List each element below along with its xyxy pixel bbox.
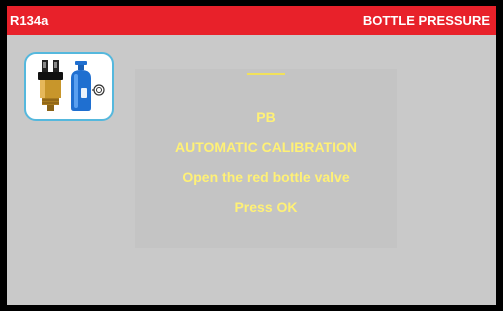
screen: R134a BOTTLE PRESSURE PB AUTOMATIC CALIB… bbox=[7, 6, 496, 305]
gauge-icon bbox=[92, 84, 105, 96]
message-line-prompt: Press OK bbox=[234, 199, 298, 215]
message-line-code: PB bbox=[256, 109, 276, 125]
header-bar: R134a BOTTLE PRESSURE bbox=[7, 6, 496, 35]
pressure-sensor-icon bbox=[38, 60, 63, 111]
message-line-instruction: Open the red bottle valve bbox=[182, 169, 350, 185]
refrigerant-label: R134a bbox=[10, 13, 49, 28]
message-line-title: AUTOMATIC CALIBRATION bbox=[175, 139, 357, 155]
dash-indicator bbox=[247, 73, 285, 75]
pressure-sensor-bottle-icon bbox=[24, 52, 114, 121]
screen-title: BOTTLE PRESSURE bbox=[362, 13, 490, 28]
sensor-bottle-illustration bbox=[38, 60, 105, 111]
message-panel: PB AUTOMATIC CALIBRATION Open the red bo… bbox=[135, 69, 397, 248]
gas-bottle-icon bbox=[71, 61, 91, 111]
